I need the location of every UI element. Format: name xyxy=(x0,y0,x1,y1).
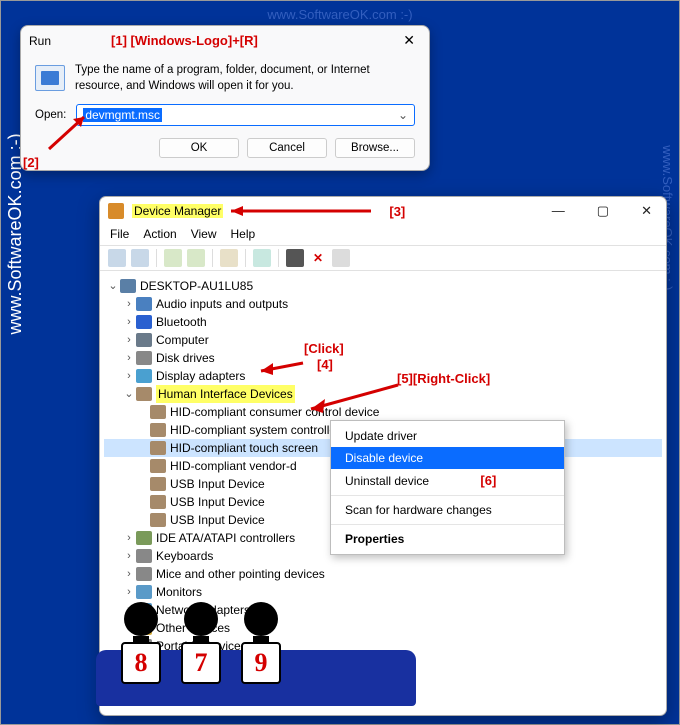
chevron-down-icon[interactable]: ⌄ xyxy=(398,108,408,122)
tree-label: Computer xyxy=(156,331,209,349)
expand-icon[interactable]: › xyxy=(122,331,136,349)
run-instruction: Type the name of a program, folder, docu… xyxy=(75,63,415,94)
devmgr-icon xyxy=(108,203,124,219)
collapse-icon[interactable]: ⌄ xyxy=(106,277,120,295)
devmgr-title: Device Manager xyxy=(132,204,223,218)
expand-icon[interactable]: › xyxy=(122,547,136,565)
tree-item[interactable]: › Disk drives xyxy=(104,349,662,367)
open-input-value: devmgmt.msc xyxy=(83,108,162,122)
tree-item[interactable]: › Mice and other pointing devices xyxy=(104,565,662,583)
annotation-3: [3] xyxy=(389,204,405,219)
back-icon[interactable] xyxy=(108,249,126,267)
expand-icon[interactable]: › xyxy=(122,529,136,547)
tree-label: HID-compliant system controller xyxy=(170,421,340,439)
tree-label: Disk drives xyxy=(156,349,215,367)
tree-label: Human Interface Devices xyxy=(156,385,295,403)
open-label: Open: xyxy=(35,109,66,121)
separator xyxy=(331,524,564,525)
card: 7 xyxy=(181,642,221,684)
run-title: Run xyxy=(29,34,51,48)
separator xyxy=(156,249,157,267)
close-icon[interactable]: ✕ xyxy=(635,203,658,219)
tree-root[interactable]: ⌄ DESKTOP-AU1LU85 xyxy=(104,277,662,295)
watermark-top: www.SoftwareOK.com :-) xyxy=(267,7,412,22)
ctx-scan[interactable]: Scan for hardware changes xyxy=(331,499,564,521)
delete-icon[interactable]: ✕ xyxy=(309,249,327,267)
annotation-6: [6] xyxy=(480,473,496,488)
tree-item[interactable]: › Monitors xyxy=(104,583,662,601)
open-input[interactable]: devmgmt.msc ⌄ xyxy=(76,104,415,126)
tree-label: Audio inputs and outputs xyxy=(156,295,288,313)
card: 8 xyxy=(121,642,161,684)
expand-icon[interactable]: › xyxy=(122,295,136,313)
tree-item[interactable]: › Computer xyxy=(104,331,662,349)
tree-item[interactable]: › Audio inputs and outputs xyxy=(104,295,662,313)
tree-item-hid[interactable]: ⌄ Human Interface Devices xyxy=(104,385,662,403)
tree-label: USB Input Device xyxy=(170,511,265,529)
decorative-characters: 8 7 9 xyxy=(121,602,281,684)
scan-icon[interactable] xyxy=(253,249,271,267)
tree-label: USB Input Device xyxy=(170,493,265,511)
close-icon[interactable]: ✕ xyxy=(397,32,421,49)
ctx-properties[interactable]: Properties xyxy=(331,528,564,550)
tree-item[interactable]: HID-compliant consumer control device xyxy=(104,403,662,421)
tree-label: IDE ATA/ATAPI controllers xyxy=(156,529,295,547)
menubar: File Action View Help xyxy=(100,225,666,245)
separator xyxy=(278,249,279,267)
toolbar-icon[interactable] xyxy=(286,249,304,267)
separator xyxy=(331,495,564,496)
separator xyxy=(212,249,213,267)
tree-label: USB Input Device xyxy=(170,475,265,493)
ctx-label: Uninstall device xyxy=(345,474,429,488)
tree-item[interactable]: › Display adapters xyxy=(104,367,662,385)
tree-label: Mice and other pointing devices xyxy=(156,565,325,583)
tree-item[interactable]: › Bluetooth xyxy=(104,313,662,331)
ctx-update-driver[interactable]: Update driver xyxy=(331,425,564,447)
arrow-3 xyxy=(231,204,381,218)
maximize-icon[interactable]: ▢ xyxy=(591,203,615,219)
toolbar-icon[interactable] xyxy=(332,249,350,267)
separator xyxy=(245,249,246,267)
menu-file[interactable]: File xyxy=(110,227,129,241)
ctx-disable-device[interactable]: Disable device xyxy=(331,447,564,469)
expand-icon[interactable]: › xyxy=(122,367,136,385)
toolbar-icon[interactable] xyxy=(164,249,182,267)
run-dialog: Run [1] [Windows-Logo]+[R] ✕ Type the na… xyxy=(20,25,430,171)
tree-label: Monitors xyxy=(156,583,202,601)
menu-action[interactable]: Action xyxy=(143,227,176,241)
tree-label: HID-compliant touch screen xyxy=(170,439,318,457)
properties-icon[interactable] xyxy=(220,249,238,267)
menu-view[interactable]: View xyxy=(191,227,217,241)
collapse-icon[interactable]: ⌄ xyxy=(122,385,136,403)
toolbar: ✕ xyxy=(100,245,666,271)
tree-label: HID-compliant vendor-d xyxy=(170,457,297,475)
run-icon xyxy=(35,65,65,91)
browse-button[interactable]: Browse... xyxy=(335,138,415,158)
tree-label: Display adapters xyxy=(156,367,245,385)
minimize-icon[interactable]: — xyxy=(546,203,571,219)
expand-icon[interactable]: › xyxy=(122,313,136,331)
tree-label: DESKTOP-AU1LU85 xyxy=(140,277,253,295)
card: 9 xyxy=(241,642,281,684)
annotation-1: [1] [Windows-Logo]+[R] xyxy=(111,33,258,48)
context-menu: Update driver Disable device Uninstall d… xyxy=(330,420,565,555)
tree-label: Bluetooth xyxy=(156,313,207,331)
tree-label: Keyboards xyxy=(156,547,213,565)
ctx-uninstall-device[interactable]: Uninstall device [6] xyxy=(331,469,564,492)
expand-icon[interactable]: › xyxy=(122,349,136,367)
tree-label: HID-compliant consumer control device xyxy=(170,403,379,421)
menu-help[interactable]: Help xyxy=(231,227,256,241)
toolbar-icon[interactable] xyxy=(187,249,205,267)
expand-icon[interactable]: › xyxy=(122,565,136,583)
cancel-button[interactable]: Cancel xyxy=(247,138,327,158)
expand-icon[interactable]: › xyxy=(122,583,136,601)
forward-icon[interactable] xyxy=(131,249,149,267)
ok-button[interactable]: OK xyxy=(159,138,239,158)
